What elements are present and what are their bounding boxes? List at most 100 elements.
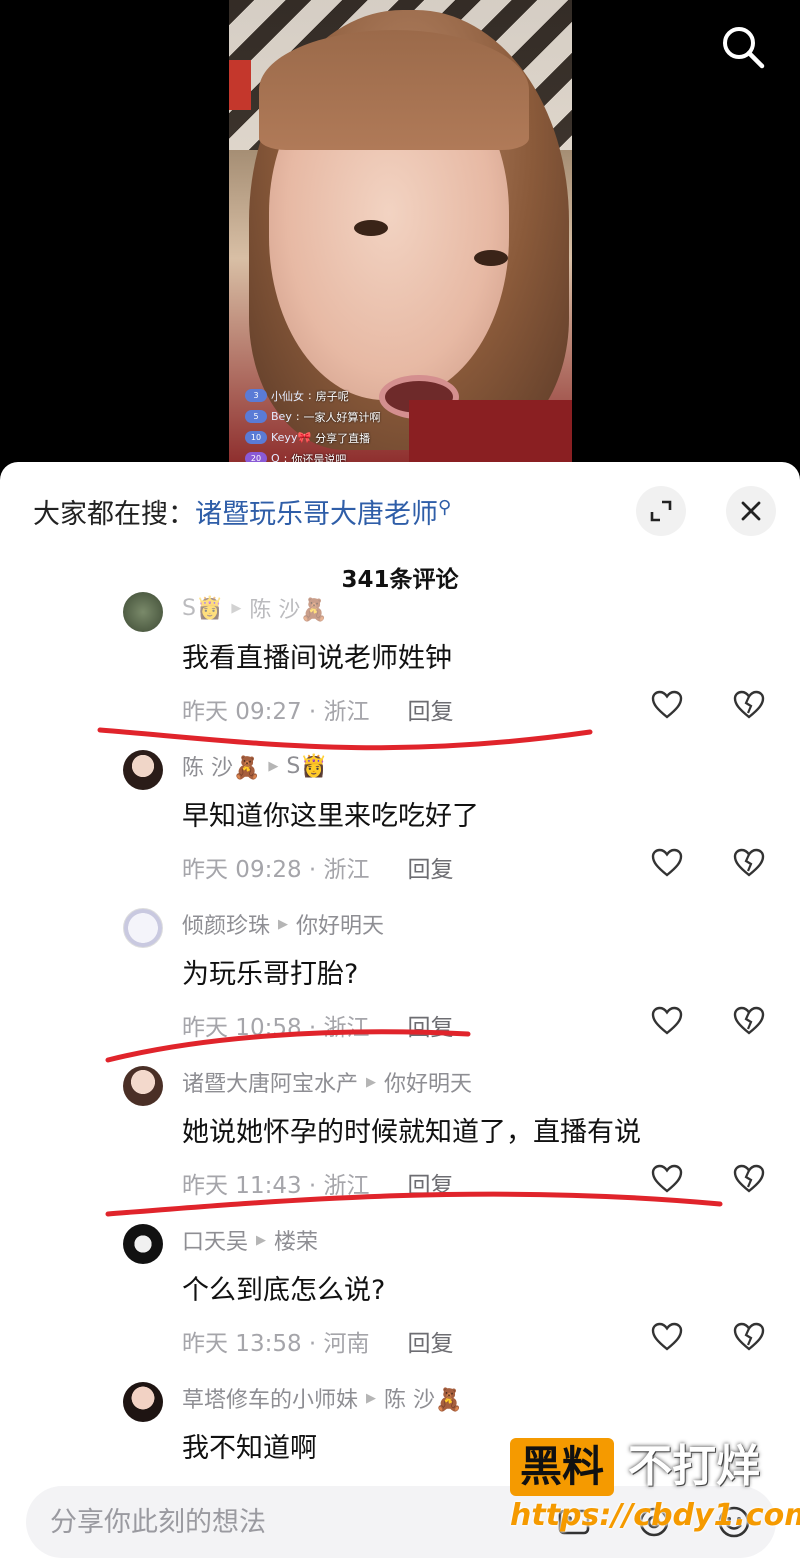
comment-time-location: 昨天 09:27 · 浙江: [182, 699, 370, 725]
chat-message: 房子呢: [315, 389, 349, 403]
search-small-icon: ⚲: [438, 497, 452, 518]
comment-meta: 陈 沙🧸 ▶ S👸: [182, 750, 328, 782]
live-video-area[interactable]: 3 小仙女 : 房子呢 5 Bey : 一家人好算计啊 10 Keyy🎀 分享了…: [0, 0, 800, 470]
chat-message: 分享了直播: [315, 431, 371, 445]
comment-text: 个么到底怎么说?: [182, 1275, 386, 1306]
comment-reply-to[interactable]: S👸: [286, 754, 327, 779]
comment-meta: S👸 ▶ 陈 沙🧸: [182, 592, 328, 624]
avatar[interactable]: [123, 750, 163, 790]
search-hint-term[interactable]: 诸暨玩乐哥大唐老师: [195, 499, 438, 530]
level-badge: 5: [245, 410, 267, 423]
chat-username: Bey: [271, 410, 292, 423]
comment-time-location: 昨天 10:58 · 浙江: [182, 1015, 370, 1041]
comment-meta: 诸暨大唐阿宝水产 ▶ 你好明天: [182, 1066, 472, 1098]
comment-author[interactable]: 草塔修车的小师妹: [182, 1382, 358, 1414]
watermark-url: https://cbdy1.com: [510, 1498, 800, 1533]
broken-heart-icon[interactable]: [732, 1162, 766, 1196]
comment-reply-to[interactable]: 你好明天: [296, 908, 384, 940]
avatar[interactable]: [123, 908, 163, 948]
comment-meta: 口天吴 ▶ 楼荣: [182, 1224, 318, 1256]
comment-text: 她说她怀孕的时候就知道了，直播有说: [182, 1117, 641, 1148]
close-icon: [741, 501, 761, 521]
avatar[interactable]: [123, 1224, 163, 1264]
comment-author[interactable]: 陈 沙🧸: [182, 750, 260, 782]
reply-arrow-icon: ▶: [231, 600, 242, 616]
broken-heart-icon[interactable]: [732, 846, 766, 880]
reply-arrow-icon: ▶: [366, 1074, 377, 1090]
comment-author[interactable]: 口天吴: [182, 1224, 248, 1256]
reply-button[interactable]: 回复: [408, 692, 454, 726]
comment-reply-to[interactable]: 楼荣: [274, 1224, 318, 1256]
comment-item: 诸暨大唐阿宝水产 ▶ 你好明天 她说她怀孕的时候就知道了，直播有说 昨天 11:…: [0, 1058, 800, 1216]
level-badge: 3: [245, 389, 267, 402]
watermark-brand-white: 不打烊: [628, 1441, 760, 1492]
comment-input[interactable]: [50, 1506, 470, 1538]
comment-footer: 昨天 09:28 · 浙江 回复: [182, 850, 454, 884]
comment-time-location: 昨天 13:58 · 河南: [182, 1331, 370, 1357]
comment-item: 倾颜珍珠 ▶ 你好明天 为玩乐哥打胎? 昨天 10:58 · 浙江 回复: [0, 900, 800, 1058]
left-eye: [354, 220, 388, 236]
heart-icon[interactable]: [650, 846, 684, 880]
broken-heart-icon[interactable]: [732, 1320, 766, 1354]
comment-author[interactable]: 诸暨大唐阿宝水产: [182, 1066, 358, 1098]
trending-search-hint[interactable]: 大家都在搜：诸暨玩乐哥大唐老师⚲: [33, 492, 451, 531]
comment-item: S👸 ▶ 陈 沙🧸 我看直播间说老师姓钟 昨天 09:27 · 浙江 回复: [0, 584, 800, 742]
comment-footer: 昨天 09:27 · 浙江 回复: [182, 692, 454, 726]
comment-text: 为玩乐哥打胎?: [182, 959, 359, 990]
streamer-bangs: [259, 30, 529, 150]
watermark-brand-black: 黑料: [510, 1438, 615, 1496]
reply-arrow-icon: ▶: [268, 758, 279, 774]
reply-arrow-icon: ▶: [256, 1232, 267, 1248]
reply-button[interactable]: 回复: [408, 1324, 454, 1358]
reply-button[interactable]: 回复: [408, 850, 454, 884]
chat-username: Keyy🎀: [271, 431, 312, 444]
reply-arrow-icon: ▶: [366, 1390, 377, 1406]
close-button[interactable]: [726, 486, 776, 536]
comment-meta: 草塔修车的小师妹 ▶ 陈 沙🧸: [182, 1382, 462, 1414]
expand-icon: [650, 500, 672, 522]
heart-icon[interactable]: [650, 1162, 684, 1196]
reply-button[interactable]: 回复: [408, 1008, 454, 1042]
broken-heart-icon[interactable]: [732, 1004, 766, 1038]
level-badge: 10: [245, 431, 267, 444]
comment-text: 早知道你这里来吃吃好了: [182, 801, 479, 832]
comment-time-location: 昨天 09:28 · 浙江: [182, 857, 370, 883]
red-couplet: [229, 60, 251, 110]
comment-footer: 昨天 11:43 · 浙江 回复: [182, 1166, 454, 1200]
live-chat-line: 5 Bey : 一家人好算计啊: [245, 406, 465, 427]
comment-reply-to[interactable]: 你好明天: [384, 1066, 472, 1098]
avatar[interactable]: [123, 1382, 163, 1422]
reply-button[interactable]: 回复: [408, 1166, 454, 1200]
watermark-logo: 黑料 不打烊 https://cbdy1.com: [510, 1438, 800, 1548]
avatar[interactable]: [123, 1066, 163, 1106]
live-chat-line: 3 小仙女 : 房子呢: [245, 385, 465, 406]
right-eye: [474, 250, 508, 266]
live-chat-overlay: 3 小仙女 : 房子呢 5 Bey : 一家人好算计啊 10 Keyy🎀 分享了…: [245, 385, 465, 469]
comment-item: 口天吴 ▶ 楼荣 个么到底怎么说? 昨天 13:58 · 河南 回复: [0, 1216, 800, 1374]
search-icon: [723, 27, 765, 69]
chat-username: 小仙女: [271, 389, 304, 403]
comment-author[interactable]: S👸: [182, 596, 223, 621]
comment-reply-to[interactable]: 陈 沙🧸: [249, 592, 327, 624]
heart-icon[interactable]: [650, 688, 684, 722]
heart-icon[interactable]: [650, 1004, 684, 1038]
broken-heart-icon[interactable]: [732, 688, 766, 722]
comment-footer: 昨天 10:58 · 浙江 回复: [182, 1008, 454, 1042]
live-chat-line: 10 Keyy🎀 分享了直播: [245, 427, 465, 448]
chat-separator: :: [295, 410, 300, 423]
expand-button[interactable]: [636, 486, 686, 536]
comment-meta: 倾颜珍珠 ▶ 你好明天: [182, 908, 384, 940]
comment-item: 陈 沙🧸 ▶ S👸 早知道你这里来吃吃好了 昨天 09:28 · 浙江 回复: [0, 742, 800, 900]
chat-separator: :: [308, 389, 312, 402]
search-button[interactable]: [718, 22, 768, 72]
comment-text: 我不知道啊: [182, 1433, 317, 1464]
comment-reply-to[interactable]: 陈 沙🧸: [384, 1382, 462, 1414]
comment-footer: 昨天 13:58 · 河南 回复: [182, 1324, 454, 1358]
search-hint-prefix: 大家都在搜：: [33, 499, 195, 530]
heart-icon[interactable]: [650, 1320, 684, 1354]
comment-author[interactable]: 倾颜珍珠: [182, 908, 270, 940]
comment-text: 我看直播间说老师姓钟: [182, 643, 452, 674]
reply-arrow-icon: ▶: [278, 916, 289, 932]
comment-time-location: 昨天 11:43 · 浙江: [182, 1173, 370, 1199]
avatar[interactable]: [123, 592, 163, 632]
